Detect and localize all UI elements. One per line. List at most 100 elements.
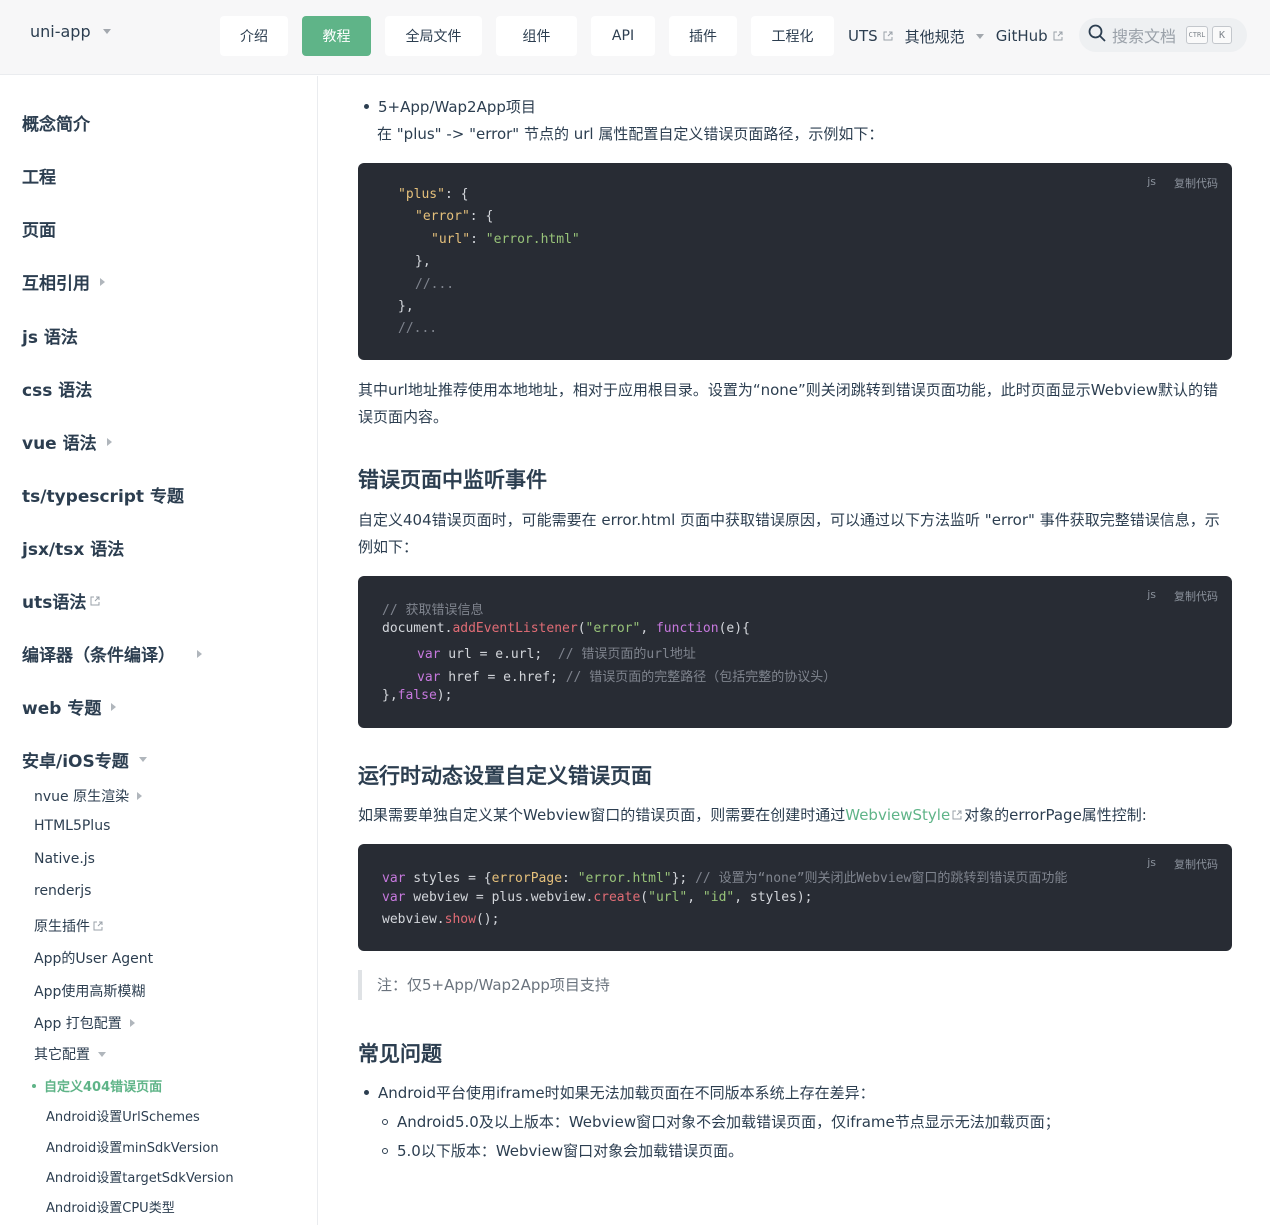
external-link-icon	[1053, 31, 1063, 41]
paragraph-text: 对象的errorPage属性控制:	[964, 806, 1147, 824]
sidebar-sub-label: App 打包配置	[34, 1016, 122, 1032]
sidebar-sub-target-sdk[interactable]: Android设置targetSdkVersion	[46, 1167, 234, 1186]
chevron-down-icon	[975, 33, 984, 39]
code-block: js 复制代码 "plus": { "error": { "url": "err…	[358, 163, 1232, 360]
sidebar-item-css[interactable]: css 语法	[22, 376, 92, 401]
search-box[interactable]: 搜索文档 CTRL K	[1079, 18, 1247, 52]
list-item: Android5.0及以上版本：Webview窗口对象不会加载错误页面，仅ifr…	[382, 1111, 1060, 1132]
code-line: webview.show();	[382, 912, 500, 927]
sidebar-item-custom-404[interactable]: 自定义404错误页面	[32, 1076, 162, 1095]
copy-code-button[interactable]: 复制代码	[1174, 856, 1218, 872]
chevron-right-icon	[137, 792, 143, 800]
sidebar-sub-packaging[interactable]: App 打包配置	[34, 1013, 135, 1033]
nav-global-files[interactable]: 全局文件	[385, 16, 482, 56]
bullet-description: 在 "plus" -> "error" 节点的 url 属性配置自定义错误页面路…	[377, 125, 884, 143]
sidebar-sub-cpu-type[interactable]: Android设置CPU类型	[46, 1197, 175, 1216]
sidebar-sub-label: nvue 原生渲染	[34, 789, 130, 805]
sidebar-item-typescript[interactable]: ts/typescript 专题	[22, 482, 184, 507]
paragraph: 如果需要单独自定义某个Webview窗口的错误页面，则需要在创建时通过Webvi…	[358, 802, 1232, 829]
external-link-icon	[883, 31, 893, 41]
bullet-text: 5.0以下版本：Webview窗口对象会加载错误页面。	[397, 1142, 744, 1160]
webviewstyle-link[interactable]: WebviewStyle	[845, 806, 950, 824]
sidebar-item-android-ios[interactable]: 安卓/iOS专题	[22, 747, 147, 772]
sidebar-sub-label: Native.js	[34, 851, 95, 867]
sidebar-sub-renderjs[interactable]: renderjs	[34, 883, 91, 899]
sidebar-item-label: 概念简介	[22, 115, 90, 135]
kbd-k: K	[1212, 26, 1233, 44]
nav-plugins[interactable]: 插件	[669, 16, 737, 56]
sidebar-item-js[interactable]: js 语法	[22, 323, 78, 348]
sidebar-sub-nvue[interactable]: nvue 原生渲染	[34, 786, 143, 806]
code-line: "error": {	[415, 209, 494, 224]
code-lang: js	[1147, 175, 1156, 188]
code-line: "plus": {	[398, 187, 469, 202]
sidebar-item-project[interactable]: 工程	[22, 163, 56, 188]
copy-code-button[interactable]: 复制代码	[1174, 175, 1218, 191]
code-line: "url": "error.html"	[431, 232, 580, 247]
code-line: },false);	[382, 688, 453, 703]
sidebar-item-web[interactable]: web 专题	[22, 694, 117, 719]
nav-other-label: 其他规范	[904, 27, 965, 46]
code-line: //...	[398, 321, 438, 336]
external-link-icon	[93, 921, 103, 931]
sidebar-item-compiler[interactable]: 编译器（条件编译）	[22, 641, 202, 666]
code-lang: js	[1147, 588, 1156, 601]
sidebar-sub-url-schemes[interactable]: Android设置UrlSchemes	[46, 1106, 200, 1125]
sidebar-sub-min-sdk[interactable]: Android设置minSdkVersion	[46, 1137, 219, 1156]
sidebar-item-label: 工程	[22, 168, 56, 188]
code-line: var styles = {errorPage: "error.html"}; …	[382, 871, 1068, 886]
code-line: //...	[415, 277, 455, 292]
code-line: // 获取错误信息	[382, 603, 484, 618]
sidebar-sub-user-agent[interactable]: App的User Agent	[34, 948, 153, 968]
note-blockquote: 注：仅5+App/Wap2App项目支持	[358, 970, 1232, 1000]
code-block: js 复制代码 var styles = {errorPage: "error.…	[358, 844, 1232, 951]
nav-uts[interactable]: UTS	[848, 27, 893, 45]
sidebar-item-label: 互相引用	[22, 274, 90, 294]
sidebar-sub-nativejs[interactable]: Native.js	[34, 851, 95, 867]
sidebar-item-label: 编译器（条件编译）	[22, 646, 175, 666]
copy-code-button[interactable]: 复制代码	[1174, 588, 1218, 604]
nav-engineering[interactable]: 工程化	[751, 16, 834, 56]
external-link-icon	[90, 596, 100, 606]
sidebar-item-pages[interactable]: 页面	[22, 216, 56, 241]
bullet-dot	[364, 104, 369, 109]
chevron-right-icon	[111, 702, 117, 711]
nav-tutorial[interactable]: 教程	[302, 16, 371, 56]
section-heading: 错误页面中监听事件	[358, 468, 547, 492]
chevron-down-icon	[138, 757, 147, 762]
chevron-right-icon	[129, 1019, 135, 1027]
external-link-icon	[952, 810, 962, 820]
sidebar-item-references[interactable]: 互相引用	[22, 269, 105, 294]
sidebar-item-concepts[interactable]: 概念简介	[22, 110, 90, 135]
sidebar-sub-blur[interactable]: App使用高斯模糊	[34, 981, 145, 1001]
nav-api[interactable]: API	[591, 16, 655, 56]
code-meta: js 复制代码	[1147, 588, 1218, 604]
sidebar-sub-html5plus[interactable]: HTML5Plus	[34, 818, 110, 834]
code-line: },	[415, 254, 431, 269]
sidebar-item-uts[interactable]: uts语法	[22, 588, 100, 613]
sidebar: 概念简介 工程 页面 互相引用 js 语法 css 语法 vue 语法 ts/t…	[0, 76, 318, 1225]
bullet-text: 5+App/Wap2App项目	[378, 98, 536, 116]
sidebar-item-vue[interactable]: vue 语法	[22, 429, 112, 454]
sidebar-item-jsx[interactable]: jsx/tsx 语法	[22, 535, 124, 560]
sidebar-sub-other-config[interactable]: 其它配置	[34, 1044, 106, 1064]
brand-selector[interactable]: uni-app	[30, 22, 111, 41]
code-line: var href = e.href; // 错误页面的完整路径（包括完整的协议头…	[417, 670, 837, 685]
code-block: js 复制代码 // 获取错误信息 document.addEventListe…	[358, 576, 1232, 728]
chevron-right-icon	[197, 649, 202, 658]
sidebar-item-label: ts/typescript 专题	[22, 487, 184, 507]
nav-github[interactable]: GitHub	[996, 27, 1063, 45]
chevron-down-icon	[98, 1051, 106, 1057]
bullet-text: Android5.0及以上版本：Webview窗口对象不会加载错误页面，仅ifr…	[397, 1113, 1060, 1131]
nav-other-specs[interactable]: 其他规范	[905, 26, 984, 47]
code-line: document.addEventListener("error", funct…	[382, 621, 750, 636]
search-icon	[1088, 24, 1106, 46]
nav-intro[interactable]: 介绍	[220, 16, 288, 56]
paragraph-text: 如果需要单独自定义某个Webview窗口的错误页面，则需要在创建时通过	[358, 806, 846, 824]
sidebar-sub-native-plugin[interactable]: 原生插件	[34, 916, 103, 936]
sidebar-active-label: 自定义404错误页面	[44, 1080, 163, 1095]
active-dot	[32, 1083, 36, 1088]
nav-uts-label: UTS	[848, 27, 878, 45]
paragraph: 自定义404错误页面时，可能需要在 error.html 页面中获取错误原因，可…	[358, 511, 1220, 556]
nav-components[interactable]: 组件	[496, 16, 577, 56]
